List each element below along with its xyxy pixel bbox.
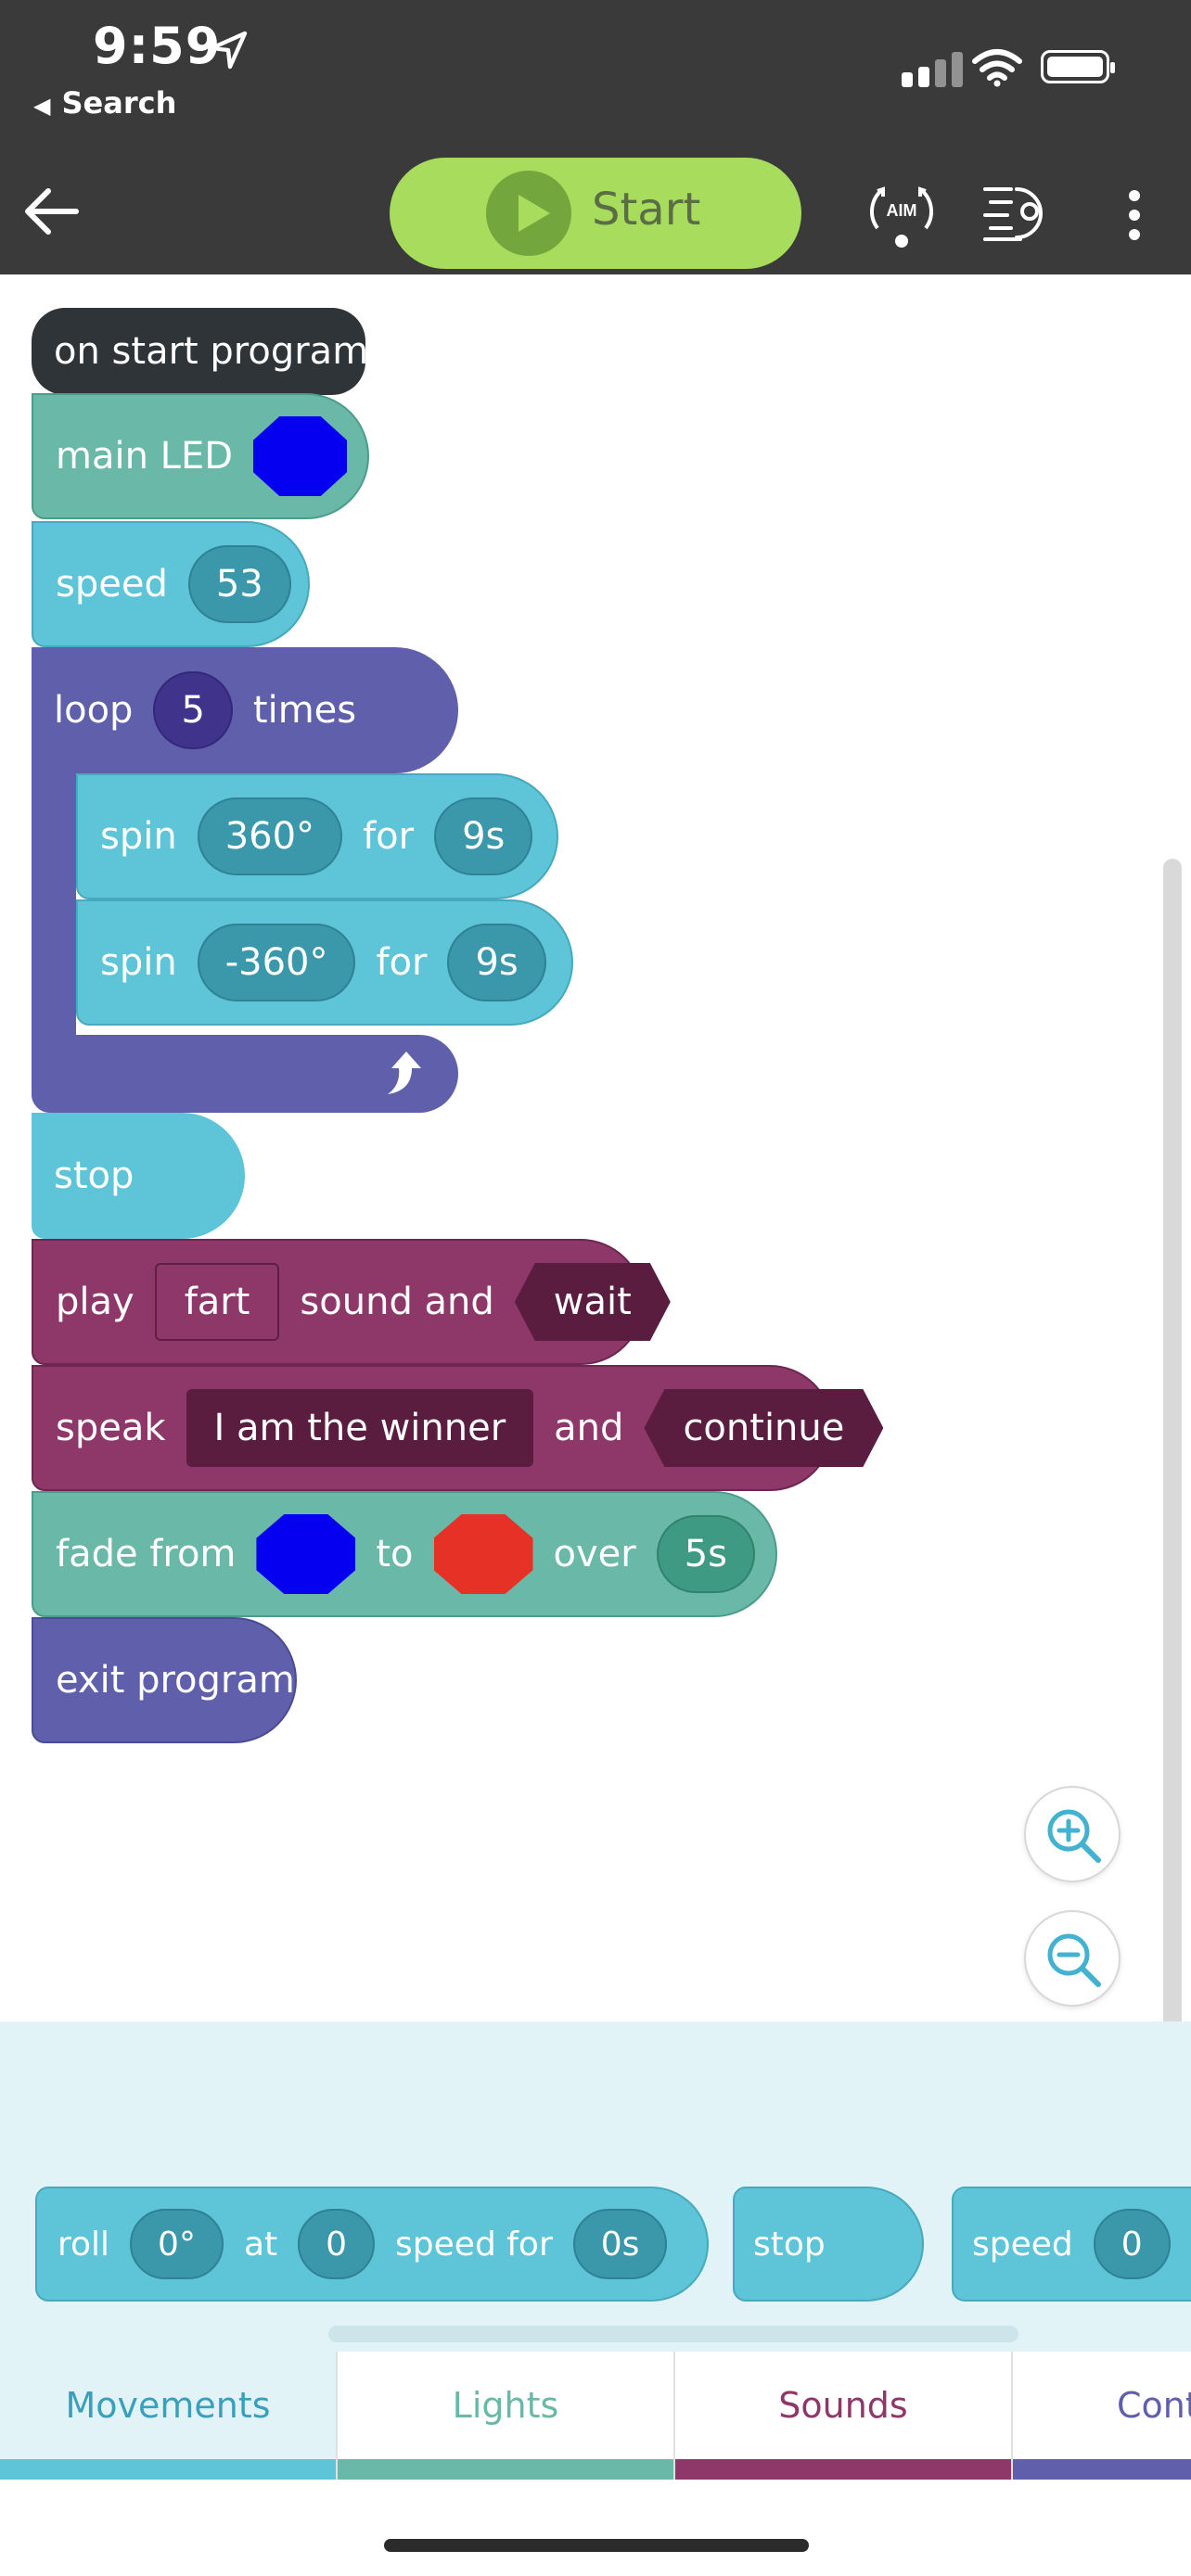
start-button-label: Start	[592, 184, 701, 236]
sound-name-field[interactable]: fart	[154, 1263, 280, 1341]
on-start-program-block[interactable]: on start program	[32, 308, 369, 395]
tab-label: Lights	[452, 2385, 559, 2426]
exit-program-label: exit program	[56, 1659, 295, 1702]
loop-count[interactable]: 5	[153, 671, 233, 749]
roll-speed-for-label: speed for	[395, 2225, 553, 2264]
led-color-swatch[interactable]	[253, 416, 347, 496]
roll-speed[interactable]: 0	[298, 2209, 376, 2279]
more-options-icon[interactable]	[1121, 189, 1148, 241]
spin-label: spin	[100, 815, 177, 858]
spin-block-1[interactable]: spin 360° for 9s	[76, 773, 558, 899]
palette-speed-block[interactable]: speed 0	[952, 2187, 1191, 2302]
speak-and-label: and	[554, 1407, 624, 1449]
start-button[interactable]: Start	[390, 158, 801, 269]
tab-label: Sounds	[778, 2385, 908, 2426]
fade-from-color[interactable]	[256, 1514, 356, 1594]
tab-color-bar	[338, 2459, 673, 2480]
tab-lights[interactable]: Lights	[338, 2352, 675, 2480]
speak-text-field[interactable]: I am the winner	[186, 1389, 534, 1467]
play-sound-block[interactable]: play fart sound and wait	[32, 1239, 644, 1365]
spin-label: spin	[100, 941, 177, 984]
tab-color-bar	[675, 2459, 1011, 2480]
vertical-scrollbar[interactable]	[1163, 859, 1182, 2064]
play-label: play	[56, 1281, 134, 1323]
loop-return-arrow-icon	[388, 1052, 421, 1094]
fade-from-label: fade from	[56, 1533, 237, 1575]
speak-mode-dropdown[interactable]: continue	[644, 1389, 883, 1467]
tab-movements[interactable]: Movements	[0, 2352, 338, 2480]
palette-speed-label: speed	[972, 2225, 1073, 2264]
zoom-out-button[interactable]	[1024, 1910, 1121, 2007]
speed-value[interactable]: 53	[187, 545, 291, 623]
main-led-block[interactable]: main LED	[32, 393, 369, 519]
palette-roll-block[interactable]: roll 0° at 0 speed for 0s	[35, 2187, 709, 2302]
roll-angle[interactable]: 0°	[130, 2209, 224, 2279]
tab-label: Movements	[65, 2385, 271, 2426]
stop-label: stop	[54, 1154, 134, 1197]
clock: 9:59	[93, 17, 222, 75]
on-start-label: on start program	[54, 330, 369, 373]
zoom-in-icon	[1047, 1809, 1101, 1863]
spin-block-2[interactable]: spin -360° for 9s	[76, 899, 573, 1026]
fade-to-label: to	[376, 1533, 414, 1575]
exit-program-block[interactable]: exit program	[32, 1617, 297, 1743]
location-arrow-icon	[209, 31, 248, 70]
tab-controls[interactable]: Cont	[1013, 2352, 1191, 2480]
spin-for-label: for	[376, 941, 428, 984]
spin-for-label: for	[363, 815, 415, 858]
play-icon	[486, 171, 571, 256]
palette-speed-value[interactable]: 0	[1093, 2209, 1171, 2279]
wifi-icon	[972, 49, 1022, 87]
tab-color-bar	[1013, 2459, 1191, 2480]
roll-at-label: at	[243, 2225, 278, 2264]
back-triangle-icon: ◀	[33, 93, 51, 119]
aim-label: AIM	[887, 201, 917, 220]
zoom-out-icon	[1047, 1933, 1101, 1987]
back-app-label: Search	[61, 85, 177, 121]
fade-to-color[interactable]	[433, 1514, 533, 1594]
battery-icon	[1041, 50, 1115, 83]
speak-block[interactable]: speak I am the winner and continue	[32, 1365, 833, 1491]
stop-block[interactable]: stop	[32, 1113, 245, 1239]
roll-duration[interactable]: 0s	[572, 2209, 668, 2279]
palette-scrollbar[interactable]	[328, 2326, 1018, 2342]
zoom-in-button[interactable]	[1024, 1786, 1121, 1882]
loop-header: loop 5 times	[32, 647, 377, 773]
tab-color-bar	[0, 2459, 336, 2480]
fade-block[interactable]: fade from to over 5s	[32, 1491, 777, 1617]
loop-label: loop	[54, 689, 134, 732]
back-to-app-link[interactable]: ◀ Search	[33, 85, 176, 121]
speak-label: speak	[56, 1407, 166, 1449]
sound-and-label: sound and	[300, 1281, 494, 1323]
sound-mode-dropdown[interactable]: wait	[515, 1263, 671, 1341]
block-palette[interactable]: roll 0° at 0 speed for 0s stop speed 0	[0, 2021, 1191, 2352]
code-canvas[interactable]: on start program main LED speed 53 loop …	[0, 274, 1191, 2021]
palette-stop-label: stop	[753, 2225, 826, 2264]
palette-stop-block[interactable]: stop	[733, 2187, 924, 2302]
aim-icon[interactable]: AIM	[863, 176, 941, 250]
spin-duration[interactable]: 9s	[434, 797, 533, 875]
loop-suffix: times	[252, 689, 357, 732]
program-settings-icon[interactable]	[980, 180, 1054, 245]
speed-block[interactable]: speed 53	[32, 521, 310, 647]
fade-duration[interactable]: 5s	[656, 1515, 755, 1593]
spin-angle[interactable]: 360°	[197, 797, 343, 875]
spin-duration[interactable]: 9s	[447, 924, 546, 1001]
back-arrow-icon[interactable]	[20, 184, 80, 239]
tab-sounds[interactable]: Sounds	[675, 2352, 1013, 2480]
fade-over-label: over	[553, 1533, 636, 1575]
status-bar: 9:59 ◀ Search	[0, 0, 1191, 148]
tab-label: Cont	[1117, 2385, 1191, 2426]
roll-label: roll	[58, 2225, 110, 2264]
home-indicator[interactable]	[384, 2539, 809, 2552]
toolbar: Start AIM	[0, 148, 1191, 274]
spin-angle[interactable]: -360°	[197, 924, 356, 1001]
speed-label: speed	[56, 563, 168, 606]
main-led-label: main LED	[56, 435, 234, 478]
category-tabs: Movements Lights Sounds Cont	[0, 2352, 1191, 2480]
